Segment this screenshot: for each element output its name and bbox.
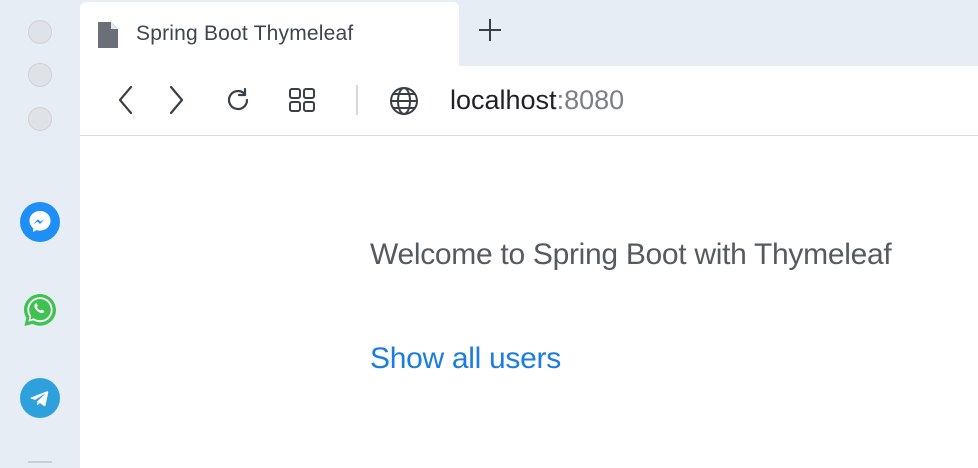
window-zoom-button[interactable] <box>28 107 52 131</box>
page-content: Welcome to Spring Boot with Thymeleaf Sh… <box>80 136 978 468</box>
telegram-icon[interactable] <box>20 378 60 418</box>
welcome-heading: Welcome to Spring Boot with Thymeleaf <box>370 238 892 271</box>
toolbar-separator <box>356 85 358 115</box>
tabs-grid-icon <box>289 88 315 112</box>
sidebar-divider <box>28 461 52 463</box>
tabs-grid-button[interactable] <box>286 84 318 116</box>
reload-button[interactable] <box>222 84 254 116</box>
show-all-users-link[interactable]: Show all users <box>370 342 561 376</box>
toolbar: localhost:8080 <box>80 66 978 136</box>
forward-icon <box>169 85 184 115</box>
tab-active[interactable]: Spring Boot Thymeleaf <box>80 2 459 66</box>
new-tab-button[interactable] <box>476 16 504 44</box>
forward-button[interactable] <box>160 84 192 116</box>
address-host: localhost <box>450 85 557 115</box>
reload-icon <box>227 87 249 111</box>
tab-title: Spring Boot Thymeleaf <box>136 22 354 45</box>
back-button[interactable] <box>110 84 142 116</box>
globe-icon <box>388 85 420 122</box>
back-icon <box>118 85 133 115</box>
window-minimize-button[interactable] <box>28 63 52 87</box>
sidebar <box>0 0 80 468</box>
window-close-button[interactable] <box>28 20 52 44</box>
plus-icon <box>479 19 501 41</box>
document-icon <box>97 21 119 54</box>
whatsapp-icon[interactable] <box>20 290 60 330</box>
address-bar[interactable]: localhost:8080 <box>450 85 624 116</box>
address-port: :8080 <box>556 85 625 115</box>
messenger-icon[interactable] <box>20 202 60 242</box>
